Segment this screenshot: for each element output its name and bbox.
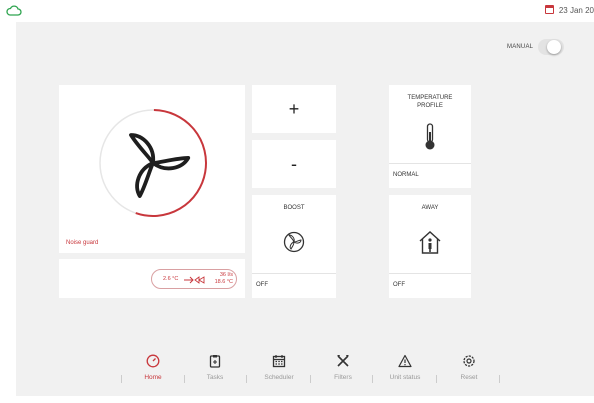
boost-title: BOOST	[283, 205, 305, 211]
manual-toggle[interactable]	[538, 39, 565, 55]
boost-status: OFF	[256, 282, 268, 288]
decrease-symbol: -	[291, 153, 297, 174]
nav-separator	[246, 375, 247, 383]
supply-temperature: 18.6 °C	[214, 279, 233, 285]
nav-scheduler-label: Scheduler	[264, 374, 294, 381]
filters-icon	[337, 355, 349, 367]
nav-separator	[436, 375, 437, 383]
airflow-arrow-icon	[184, 276, 205, 284]
toggle-knob	[547, 40, 562, 54]
nav-filters-label: Filters	[334, 374, 352, 381]
date-display: 23 Jan 20	[544, 5, 594, 15]
nav-separator	[372, 375, 373, 383]
away-title: AWAY	[421, 205, 439, 211]
nav-tasks-label: Tasks	[206, 374, 224, 381]
nav-tasks[interactable]: Tasks	[184, 354, 246, 381]
tasks-icon	[209, 355, 221, 368]
nav-separator	[121, 375, 122, 383]
outdoor-temperature: 2.6 °C	[163, 276, 179, 282]
nav-reset[interactable]: Reset	[438, 354, 500, 381]
card-divider	[389, 273, 471, 274]
manual-mode-control: MANUAL	[507, 39, 565, 55]
date-text: 23 Jan 20	[558, 6, 594, 15]
nav-separator	[184, 375, 185, 383]
fan-speed-card[interactable]: Noise guard	[59, 85, 245, 253]
decrease-button[interactable]: -	[252, 140, 336, 188]
airflow-rate: 36 l/s	[219, 272, 233, 278]
away-status: OFF	[393, 282, 405, 288]
nav-unit-status[interactable]: Unit status	[374, 354, 436, 381]
temperature-profile-card[interactable]: TEMPERATURE PROFILE NORMAL	[389, 85, 471, 188]
fan-icon	[129, 133, 191, 198]
reset-gear-icon	[463, 355, 475, 367]
bottom-navigation: Home Tasks Scheduler Filters Unit status	[0, 354, 594, 388]
top-bar: 23 Jan 20	[0, 0, 594, 22]
nav-separator	[499, 375, 500, 383]
nav-home[interactable]: Home	[122, 354, 184, 381]
temperature-pill: 2.6 °C 36 l/s 18.6 °C	[151, 269, 237, 289]
nav-separator	[310, 375, 311, 383]
temperature-profile-title-line2: PROFILE	[417, 103, 443, 109]
temperature-profile-title: TEMPERATURE PROFILE	[389, 94, 471, 110]
temperature-profile-title-line1: TEMPERATURE	[407, 95, 453, 101]
calendar-icon	[544, 5, 554, 14]
thermometer-icon	[425, 123, 435, 150]
scheduler-icon	[272, 355, 286, 368]
increase-button[interactable]: +	[252, 85, 336, 133]
boost-fan-icon	[283, 231, 305, 253]
warning-icon	[398, 354, 412, 368]
manual-label: MANUAL	[507, 44, 534, 50]
cloud-icon	[6, 5, 22, 16]
nav-unit-status-label: Unit status	[389, 374, 421, 381]
card-divider	[389, 163, 471, 164]
noise-guard-label: Noise guard	[66, 240, 99, 246]
home-gauge-icon	[146, 354, 160, 368]
nav-filters[interactable]: Filters	[312, 354, 374, 381]
flow-readout: 36 l/s 18.6 °C	[209, 272, 233, 286]
boost-card[interactable]: BOOST OFF	[252, 195, 336, 298]
temperature-info-card: 2.6 °C 36 l/s 18.6 °C	[59, 259, 245, 298]
dial-level-arc	[135, 109, 207, 217]
temperature-profile-status: NORMAL	[393, 172, 419, 178]
nav-reset-label: Reset	[460, 374, 478, 381]
card-divider	[252, 273, 336, 274]
away-card[interactable]: AWAY OFF	[389, 195, 471, 298]
nav-scheduler[interactable]: Scheduler	[248, 354, 310, 381]
increase-symbol: +	[288, 98, 300, 119]
away-house-icon	[419, 231, 441, 254]
fan-speed-dial[interactable]	[95, 105, 211, 221]
nav-home-label: Home	[144, 374, 162, 381]
